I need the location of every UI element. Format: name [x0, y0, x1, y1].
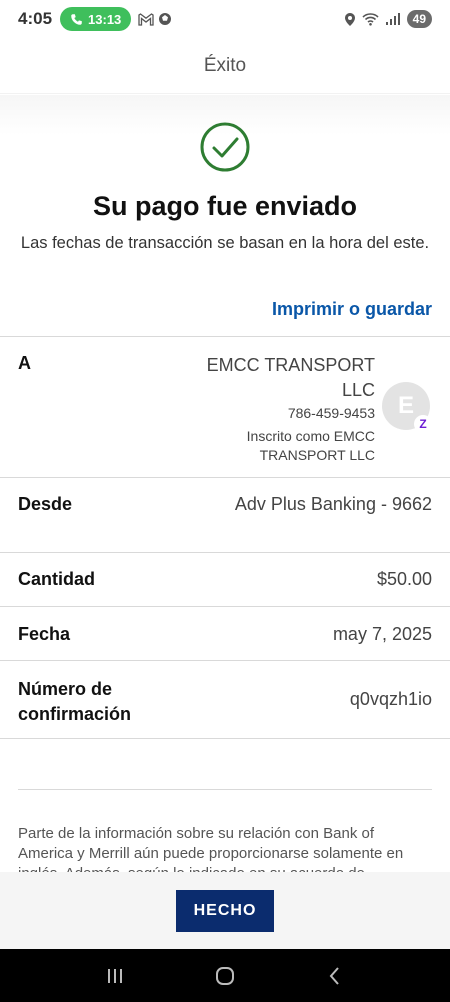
- avatar-initial: E: [397, 392, 414, 419]
- divider: [0, 477, 450, 478]
- recipient-enrolled: Inscrito como EMCC TRANSPORT LLC: [246, 428, 375, 463]
- home-icon[interactable]: [213, 964, 237, 988]
- call-duration: 13:13: [88, 11, 122, 27]
- zelle-badge-letter: Z: [419, 417, 427, 431]
- amount-label: Cantidad: [18, 569, 96, 589]
- confirmation-label: Número de confirmación: [18, 679, 132, 724]
- system-nav-bar: [0, 949, 450, 1002]
- divider: [18, 789, 432, 790]
- signal-icon: [385, 13, 400, 25]
- back-icon[interactable]: [323, 964, 347, 988]
- divider: [0, 336, 450, 337]
- success-title: Su pago fue enviado: [92, 191, 358, 221]
- recipient-name: EMCC TRANSPORT LLC: [206, 355, 375, 400]
- amount-value: $50.00: [376, 569, 432, 589]
- call-indicator[interactable]: 13:13: [60, 7, 132, 31]
- success-subtitle: Las fechas de transacción se basan en la…: [20, 234, 430, 252]
- recent-apps-icon[interactable]: [103, 964, 127, 988]
- divider: [0, 738, 450, 739]
- confirmation-value: q0vqzh1io: [349, 689, 432, 709]
- disclaimer-text: Parte de la información sobre su relació…: [18, 825, 404, 872]
- gmail-icon: [138, 12, 154, 26]
- date-value: may 7, 2025: [332, 624, 432, 644]
- status-bar: 4:05 13:13 49: [0, 0, 450, 38]
- recipient-phone: 786-459-9453: [287, 405, 375, 421]
- ball-icon: [159, 13, 172, 25]
- from-label: Desde: [18, 494, 73, 514]
- date-label: Fecha: [18, 624, 71, 644]
- print-or-save-link[interactable]: Imprimir o guardar: [272, 299, 432, 320]
- zelle-icon: Z: [414, 415, 432, 433]
- page-title: Éxito: [203, 54, 247, 76]
- battery-icon: 49: [406, 10, 432, 28]
- confirmation-content[interactable]: Su pago fue enviado Las fechas de transa…: [0, 95, 450, 872]
- footer: HECHO: [0, 872, 450, 949]
- app-header: Éxito: [0, 38, 450, 94]
- battery-level: 49: [412, 12, 426, 26]
- divider: [0, 552, 450, 553]
- check-circle-icon: [199, 121, 251, 173]
- to-label: A: [18, 353, 31, 373]
- from-value: Adv Plus Banking - 9662: [234, 494, 432, 514]
- location-icon: [344, 12, 355, 26]
- wifi-icon: [362, 13, 379, 26]
- phone-icon: [71, 13, 82, 25]
- status-time: 4:05: [18, 9, 53, 28]
- divider: [0, 606, 450, 607]
- done-button[interactable]: HECHO: [176, 889, 274, 932]
- divider: [0, 660, 450, 661]
